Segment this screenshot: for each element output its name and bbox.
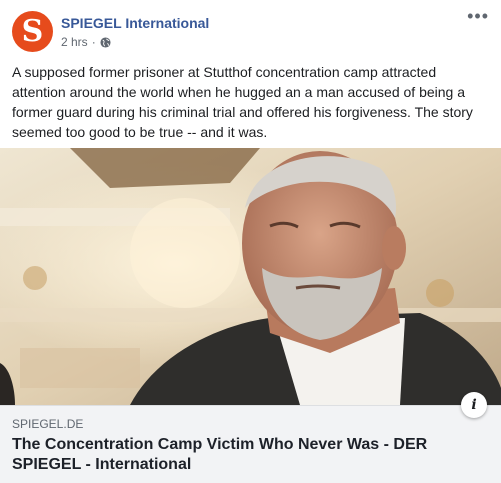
link-headline[interactable]: The Concentration Camp Victim Who Never …	[12, 435, 482, 475]
post-timestamp[interactable]: 2 hrs	[61, 35, 88, 49]
link-domain: SPIEGEL.DE	[12, 417, 84, 431]
page-avatar[interactable]: S	[12, 11, 53, 52]
post-meta: 2 hrs ·	[61, 35, 111, 49]
man-portrait-image	[0, 148, 501, 405]
post-text: A supposed former prisoner at Stutthof c…	[12, 64, 473, 140]
more-options-icon[interactable]: •••	[467, 7, 489, 25]
post-header: S SPIEGEL International 2 hrs · •••	[12, 7, 489, 55]
meta-separator: ·	[91, 35, 96, 49]
facebook-post: S SPIEGEL International 2 hrs · ••• A su…	[0, 0, 501, 483]
page-name-link[interactable]: SPIEGEL International	[61, 15, 209, 31]
avatar-letter: S	[21, 13, 44, 49]
info-icon[interactable]: i	[461, 392, 487, 418]
globe-icon[interactable]	[100, 36, 111, 48]
link-preview[interactable]: SPIEGEL.DE The Concentration Camp Victim…	[0, 405, 501, 483]
post-image[interactable]	[0, 148, 501, 405]
